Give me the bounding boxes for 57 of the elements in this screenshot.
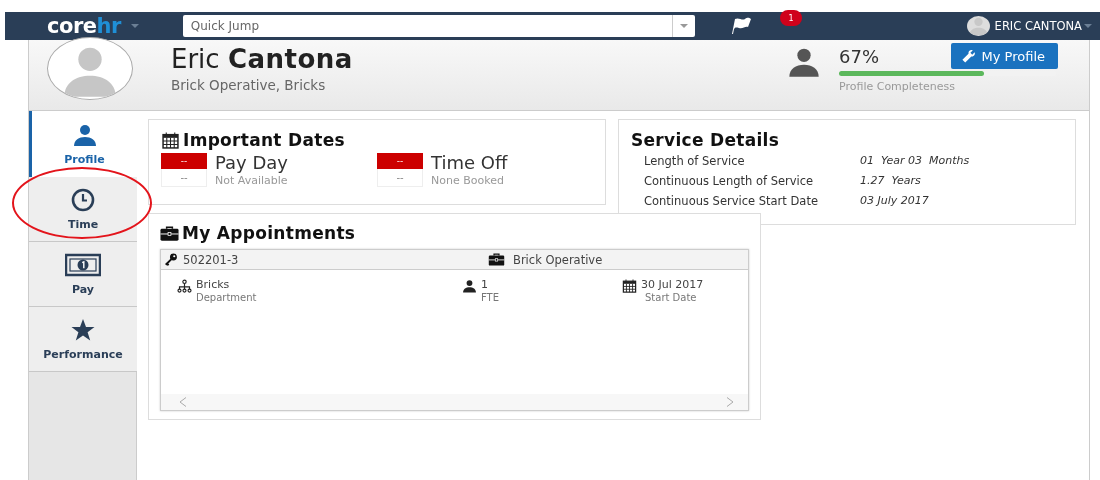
service-value: 03 July 2017 xyxy=(860,194,930,208)
flag-icon xyxy=(729,17,752,35)
person-icon xyxy=(462,279,477,293)
service-value: 1.27 Years xyxy=(860,174,922,188)
user-menu[interactable]: ERIC CANTONA xyxy=(966,16,1092,36)
scroll-left-icon[interactable] xyxy=(179,397,187,407)
briefcase-icon xyxy=(488,253,505,266)
date-status: None Booked xyxy=(431,174,505,187)
service-label: Continuous Length of Service xyxy=(644,174,815,188)
date-tag: -- xyxy=(377,153,423,169)
notifications-button[interactable] xyxy=(729,17,752,35)
date-value: -- xyxy=(161,169,207,187)
sidebar-tab[interactable]: Pay xyxy=(29,242,137,307)
caret-icon[interactable] xyxy=(130,24,139,28)
hierarchy-icon xyxy=(177,279,192,293)
banknote-icon xyxy=(65,252,101,277)
appointments-title: My Appointments xyxy=(160,223,749,243)
date-tag: -- xyxy=(161,153,207,169)
appointment-value: 1 xyxy=(481,278,489,291)
employee-name: Eric Cantona xyxy=(171,43,353,75)
star-icon xyxy=(71,317,95,342)
appointment-caption: Department xyxy=(196,292,257,303)
calendar-icon xyxy=(622,279,637,293)
appointment-role: Brick Operative xyxy=(513,252,603,267)
service-details-title: Service Details xyxy=(631,130,781,150)
briefcase-icon xyxy=(160,224,179,242)
service-value: 01 Year 03 Months xyxy=(860,154,971,168)
clock-icon xyxy=(71,187,95,212)
completeness-reading: 67% xyxy=(839,45,879,69)
notification-badge: 1 xyxy=(780,10,802,26)
calendar-icon xyxy=(161,131,180,149)
appointment-value: 30 Jul 2017 xyxy=(641,278,704,291)
appointment-id: 502201-3 xyxy=(183,252,239,267)
person-icon xyxy=(786,46,822,78)
date-status: Not Available xyxy=(215,174,288,187)
appointment-caption: FTE xyxy=(481,292,499,303)
my-profile-button[interactable]: My Profile xyxy=(950,43,1058,69)
completeness-caption: Profile Completeness xyxy=(839,80,956,93)
sidebar-tab[interactable]: Time xyxy=(29,177,137,242)
dropdown-button[interactable] xyxy=(671,15,695,37)
date-label: Time Off xyxy=(431,153,508,173)
sidebar-tab[interactable]: Profile xyxy=(29,111,137,177)
important-dates-title: Important Dates xyxy=(161,130,593,150)
job-subtitle: Brick Operative, Bricks xyxy=(171,77,327,93)
service-label: Length of Service xyxy=(644,154,746,168)
sidebar-tab[interactable]: Performance xyxy=(29,307,137,372)
quick-jump-field[interactable]: Quick Jump xyxy=(182,15,672,37)
date-label: Pay Day xyxy=(215,153,288,173)
logo[interactable]: corehr xyxy=(47,15,121,37)
service-label: Continuous Service Start Date xyxy=(644,194,819,208)
appointment-caption: Start Date xyxy=(645,292,698,303)
appointment-value: Bricks xyxy=(196,278,231,291)
key-icon xyxy=(164,253,178,266)
scroll-right-icon[interactable] xyxy=(726,397,734,407)
person-icon xyxy=(72,122,97,147)
wrench-icon xyxy=(960,48,976,64)
date-value: -- xyxy=(377,169,423,187)
